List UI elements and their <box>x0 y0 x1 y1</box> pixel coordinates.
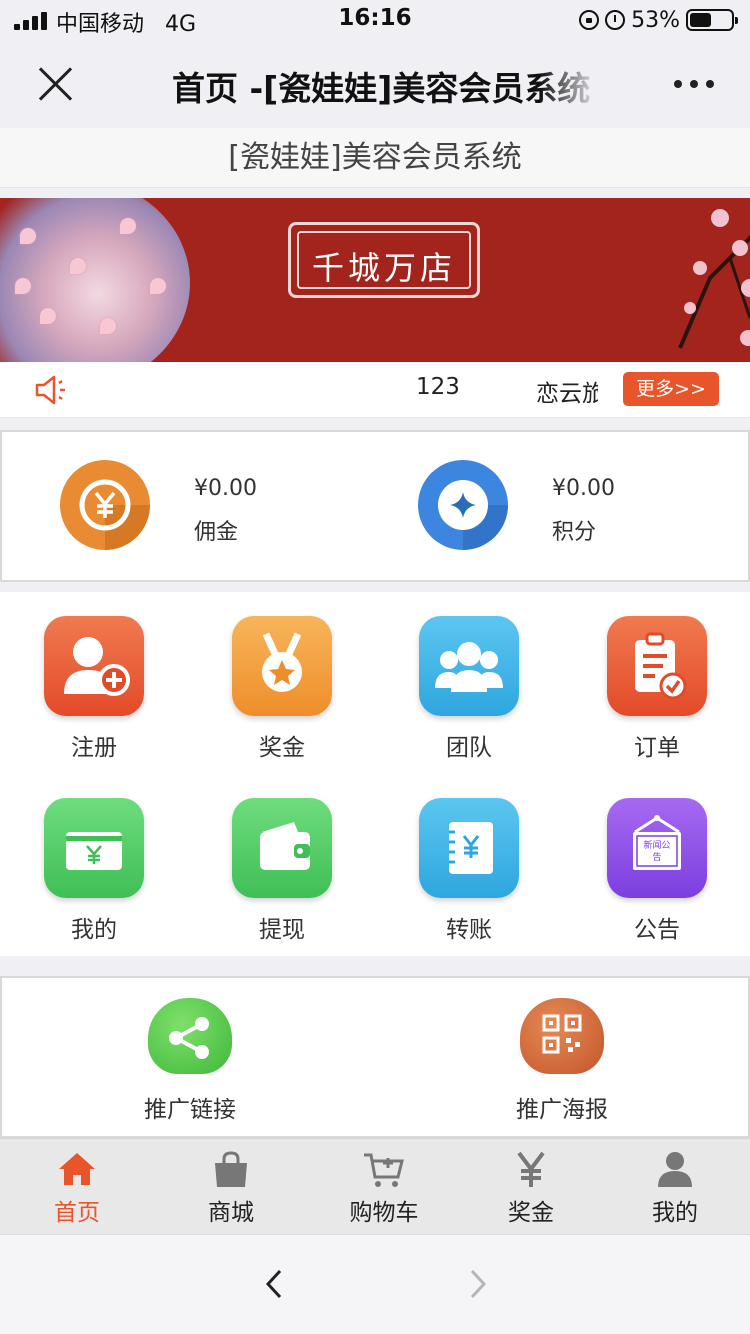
tile-label: 我的 <box>71 917 117 943</box>
forward-chevron-icon[interactable] <box>462 1269 492 1299</box>
team-icon <box>419 616 519 716</box>
cart-icon <box>364 1153 404 1187</box>
share-label: 推广链接 <box>144 1097 236 1123</box>
points-diamond-icon <box>418 460 508 550</box>
home-icon <box>59 1153 95 1185</box>
share-label: 推广海报 <box>516 1097 608 1123</box>
tile-label: 转账 <box>446 917 492 943</box>
tab-mall[interactable]: 商城 <box>171 1149 291 1233</box>
browser-toolbar <box>0 1234 750 1334</box>
alarm-icon <box>605 10 626 30</box>
notice-item[interactable]: 恋云旅 <box>536 374 598 408</box>
speaker-icon <box>35 375 65 405</box>
commission-label: 佣金 <box>194 520 239 545</box>
wallet-card-icon <box>44 798 144 898</box>
tab-mine[interactable]: 我的 <box>615 1149 735 1233</box>
tab-bonus[interactable]: 奖金 <box>471 1149 591 1233</box>
points-balance[interactable]: ¥0.00 积分 <box>376 432 750 580</box>
close-icon[interactable] <box>36 64 76 104</box>
browser-nav-bar: 首页 -[瓷娃娃]美容会员系统 <box>0 40 750 128</box>
announcement-board-text: 新闻公告 <box>643 841 671 863</box>
page-title: 首页 -[瓷娃娃]美容会员系统 <box>172 69 591 108</box>
order-clipboard-icon <box>607 616 707 716</box>
battery-icon <box>686 9 738 31</box>
bottom-tab-bar: 首页 商城 购物车 奖金 我的 <box>0 1138 750 1234</box>
points-label: 积分 <box>552 520 597 545</box>
promotion-poster-button[interactable]: 推广海报 <box>462 994 662 1124</box>
register-user-plus-icon <box>44 616 144 716</box>
yen-icon <box>517 1151 545 1187</box>
points-amount: ¥0.00 <box>552 476 615 501</box>
tile-label: 奖金 <box>259 735 305 761</box>
tile-label: 订单 <box>634 735 680 761</box>
notice-item[interactable]: 123 <box>416 374 460 400</box>
announcement-board-icon: 新闻公告 <box>607 798 707 898</box>
withdraw-wallet-icon <box>232 798 332 898</box>
tab-label: 我的 <box>652 1200 698 1226</box>
tab-cart[interactable]: 购物车 <box>324 1149 444 1233</box>
medal-icon <box>232 616 332 716</box>
tab-label: 购物车 <box>349 1200 419 1226</box>
rotation-lock-icon <box>579 10 600 30</box>
commission-balance[interactable]: ¥0.00 佣金 <box>2 432 376 580</box>
tab-home[interactable]: 首页 <box>17 1149 137 1233</box>
tab-label: 首页 <box>54 1200 100 1226</box>
user-icon <box>658 1152 692 1187</box>
tile-label: 注册 <box>71 735 117 761</box>
branch-decoration <box>678 209 750 349</box>
more-menu-icon[interactable] <box>674 80 714 88</box>
balance-card: ¥0.00 佣金 ¥0.00 积分 <box>0 430 750 582</box>
tile-label: 提现 <box>259 917 305 943</box>
feature-grid: 注册 奖金 团队 订单 我的 提现 转账 新闻公告 公告 <box>0 592 750 956</box>
status-bar: 中国移动 4G 16:16 53% <box>0 0 750 40</box>
battery-percent: 53% <box>631 7 680 33</box>
tab-label: 奖金 <box>508 1200 554 1226</box>
transfer-icon <box>419 798 519 898</box>
site-header: [瓷娃娃]美容会员系统 <box>0 128 750 188</box>
tile-label: 团队 <box>446 735 492 761</box>
yuan-coin-icon <box>60 460 150 550</box>
promo-banner[interactable]: 千城万店 <box>0 198 750 362</box>
promotion-section: 推广链接 推广海报 <box>0 976 750 1138</box>
share-icon <box>148 998 232 1074</box>
back-chevron-icon[interactable] <box>260 1269 290 1299</box>
shopping-bag-icon <box>215 1151 247 1187</box>
promotion-link-button[interactable]: 推广链接 <box>90 994 290 1124</box>
banner-text: 千城万店 <box>311 249 456 287</box>
tab-label: 商城 <box>208 1200 254 1226</box>
more-notices-button[interactable]: 更多>> <box>623 372 719 406</box>
qrcode-icon <box>520 998 604 1074</box>
notice-bar: 123 恋云旅 更多>> <box>0 362 750 418</box>
commission-amount: ¥0.00 <box>194 476 257 501</box>
tile-label: 公告 <box>634 917 680 943</box>
